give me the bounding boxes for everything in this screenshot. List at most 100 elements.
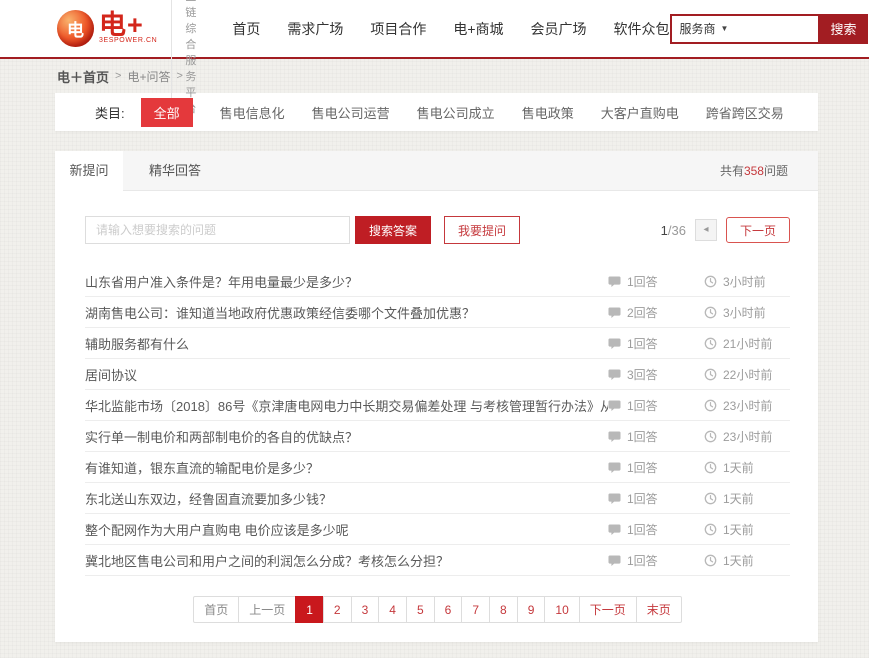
question-list: 山东省用户准入条件是？年用电量最少是多少？ 1回答 3小时前湖南售电公司：谁知道当地… (85, 266, 790, 576)
header-search-button[interactable]: 搜索 (820, 14, 868, 44)
tagline-line1: 售电产业链 (185, 0, 196, 21)
header-search-group: 服务商 ▼ 搜索 发布需求 (670, 14, 869, 44)
breadcrumb-home[interactable]: 电＋首页 (57, 67, 109, 86)
category-items: 全部 售电信息化 售电公司运营 售电公司成立 售电政策 大客户直购电 跨省跨区交易 (141, 98, 784, 127)
nav-item-software-crowdsourcing[interactable]: 软件众包 (614, 19, 670, 39)
pagination-first[interactable]: 首页 (193, 596, 239, 623)
page-root: 电 电+ 3ESPOWER.CN 售电产业链 综合服务平台 首页需求广场项目合作… (0, 0, 869, 658)
nav-item-member-plaza[interactable]: 会员广场 (531, 19, 587, 39)
logo-text-wrap: 电+ 3ESPOWER.CN (99, 13, 157, 45)
question-time-label: 1天前 (723, 552, 754, 569)
comment-icon (608, 430, 621, 443)
pagination-prev[interactable]: 上一页 (238, 596, 296, 623)
question-time-label: 1天前 (723, 521, 754, 538)
question-link[interactable]: 有谁知道，银东直流的输配电价是多少？ (85, 458, 608, 477)
prev-page-arrow-button[interactable]: ◂ (695, 219, 717, 241)
page-indicator-current: 1 (661, 223, 668, 238)
pager-mini: 1/36 ◂ 下一页 (661, 217, 790, 243)
category-info-tech[interactable]: 售电信息化 (220, 103, 285, 122)
question-time: 1天前 (704, 552, 788, 569)
pagination-page-10[interactable]: 10 (544, 596, 579, 623)
answer-count: 1回答 (608, 459, 686, 476)
category-all[interactable]: 全部 (141, 98, 193, 127)
category-bar: 类目: 全部 售电信息化 售电公司运营 售电公司成立 售电政策 大客户直购电 跨省跨区交易 (55, 93, 818, 131)
pagination-page-3[interactable]: 3 (351, 596, 380, 623)
question-time: 3小时前 (704, 273, 788, 290)
pagination-page-5[interactable]: 5 (406, 596, 435, 623)
question-link[interactable]: 东北送山东双边，经鲁固直流要加多少钱？ (85, 489, 608, 508)
nav-item-dian-mall[interactable]: 电+商城 (453, 19, 503, 39)
question-row: 实行单一制电价和两部制电价的各自的优缺点？1回答23小时前 (85, 421, 790, 452)
category-large-consumer-direct[interactable]: 大客户直购电 (601, 103, 679, 122)
header-search-box[interactable]: 服务商 ▼ (670, 14, 820, 44)
breadcrumb-current[interactable]: 电+问答 (127, 68, 170, 85)
pagination-page-9[interactable]: 9 (517, 596, 546, 623)
pagination-page-1[interactable]: 1 (295, 596, 324, 623)
pagination: 首页上一页12345678910下一页末页 (85, 596, 790, 623)
pagination-page-4[interactable]: 4 (378, 596, 407, 623)
breadcrumb: 电＋首页 > 电+问答 > (0, 59, 869, 93)
question-search-input[interactable] (85, 216, 350, 244)
question-link[interactable]: 居间协议 (85, 365, 608, 384)
question-link[interactable]: 整个配网作为大用户直购电 电价应该是多少呢 (85, 520, 608, 539)
clock-icon (704, 368, 717, 381)
question-time-label: 23小时前 (723, 397, 772, 414)
question-row: 整个配网作为大用户直购电 电价应该是多少呢 1回答 1天前 (85, 514, 790, 545)
answer-count-label: 1回答 (627, 521, 658, 538)
clock-icon (704, 337, 717, 350)
nav-item-demand-market[interactable]: 需求广场 (287, 19, 343, 39)
nav-item-project-cooperation[interactable]: 项目合作 (370, 19, 426, 39)
tab-new-questions[interactable]: 新提问 (55, 151, 123, 192)
clock-icon (704, 523, 717, 536)
clock-icon (704, 492, 717, 505)
answer-count-label: 2回答 (627, 304, 658, 321)
answer-count: 2回答 (608, 304, 686, 321)
question-link[interactable]: 实行单一制电价和两部制电价的各自的优缺点？ (85, 427, 608, 446)
question-link[interactable]: 辅助服务都有什么 (85, 334, 608, 353)
ask-question-button[interactable]: 我要提问 (444, 216, 520, 244)
pagination-page-7[interactable]: 7 (461, 596, 490, 623)
site-logo[interactable]: 电 电+ 3ESPOWER.CN (57, 10, 157, 47)
question-time-label: 23小时前 (723, 428, 772, 445)
question-time-label: 22小时前 (723, 366, 772, 383)
pagination-page-8[interactable]: 8 (489, 596, 518, 623)
question-link[interactable]: 湖南售电公司：谁知道当地政府优惠政策经信委哪个文件叠加优惠？ (85, 303, 608, 322)
clock-icon (704, 399, 717, 412)
comment-icon (608, 399, 621, 412)
logo-text: 电+ (99, 13, 157, 37)
pagination-page-6[interactable]: 6 (434, 596, 463, 623)
pagination-page-2[interactable]: 2 (323, 596, 352, 623)
header-inner: 电 电+ 3ESPOWER.CN 售电产业链 综合服务平台 首页需求广场项目合作… (0, 0, 869, 57)
question-link[interactable]: 冀北地区售电公司和用户之间的利润怎么分成？考核怎么分担？ (85, 551, 608, 570)
category-policy[interactable]: 售电政策 (522, 103, 574, 122)
clock-icon (704, 275, 717, 288)
question-row: 华北监能市场〔2018〕86号《京津唐电网电力中长期交易偏差处理 与考核管理暂行… (85, 390, 790, 421)
category-company-operation[interactable]: 售电公司运营 (312, 103, 390, 122)
question-time-label: 1天前 (723, 459, 754, 476)
question-time: 21小时前 (704, 335, 788, 352)
nav-item-home[interactable]: 首页 (232, 19, 260, 39)
search-category-label: 服务商 (680, 20, 716, 37)
question-row: 辅助服务都有什么1回答21小时前 (85, 328, 790, 359)
answer-count-label: 1回答 (627, 459, 658, 476)
logo-globe-icon: 电 (57, 10, 94, 47)
category-company-founding[interactable]: 售电公司成立 (417, 103, 495, 122)
search-category-dropdown[interactable]: 服务商 ▼ (672, 20, 737, 37)
question-link[interactable]: 山东省用户准入条件是？年用电量最少是多少？ (85, 272, 608, 291)
answer-count: 1回答 (608, 552, 686, 569)
category-label: 类目: (95, 103, 125, 122)
header: 电 电+ 3ESPOWER.CN 售电产业链 综合服务平台 首页需求广场项目合作… (0, 0, 869, 59)
question-time: 1天前 (704, 490, 788, 507)
category-interprovincial-trading[interactable]: 跨省跨区交易 (706, 103, 784, 122)
pagination-last[interactable]: 末页 (636, 596, 682, 623)
tab-featured-answers[interactable]: 精华回答 (123, 151, 227, 190)
question-link[interactable]: 华北监能市场〔2018〕86号《京津唐电网电力中长期交易偏差处理 与考核管理暂行… (85, 396, 608, 415)
question-time: 23小时前 (704, 428, 788, 445)
pagination-next[interactable]: 下一页 (579, 596, 637, 623)
question-time: 22小时前 (704, 366, 788, 383)
chevron-down-icon: ▼ (721, 24, 729, 33)
next-page-button[interactable]: 下一页 (726, 217, 790, 243)
search-answers-button[interactable]: 搜索答案 (355, 216, 431, 244)
comment-icon (608, 492, 621, 505)
question-row: 有谁知道，银东直流的输配电价是多少？ 1回答 1天前 (85, 452, 790, 483)
